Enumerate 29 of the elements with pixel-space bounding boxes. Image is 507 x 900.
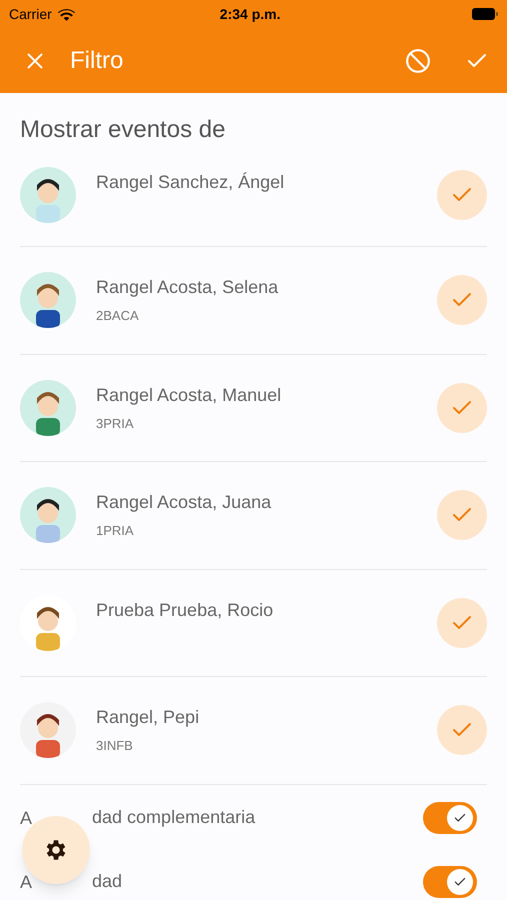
toggle-label: A bbox=[20, 872, 32, 890]
group-label: 3INFB bbox=[96, 737, 134, 756]
toggle-label: dad complementaria bbox=[92, 806, 256, 829]
group-label: 1PRIA bbox=[96, 522, 135, 540]
person-name: Rangel, Pepi bbox=[96, 706, 200, 730]
toggle-label: dad bbox=[92, 870, 122, 893]
time-label: 2:34 p.m. bbox=[220, 4, 280, 24]
toggle-switch[interactable] bbox=[423, 866, 477, 898]
person-name: Rangel Sanchez, Ángel bbox=[96, 171, 284, 194]
toggle-switch[interactable] bbox=[423, 802, 477, 834]
carrier-label: Carrier bbox=[9, 4, 52, 24]
select-toggle[interactable] bbox=[437, 490, 487, 540]
battery-icon bbox=[472, 8, 498, 20]
group-label: 2BACA bbox=[96, 307, 140, 326]
section-title: Mostrar eventos de bbox=[20, 115, 226, 144]
person-name: Rangel Acosta, Juana bbox=[96, 491, 272, 514]
prohibited-icon bbox=[405, 48, 431, 74]
select-toggle[interactable] bbox=[437, 705, 487, 756]
person-name: Rangel Acosta, Selena bbox=[96, 276, 278, 300]
clear-filter-button[interactable] bbox=[405, 48, 431, 74]
select-toggle[interactable] bbox=[437, 275, 487, 326]
group-label: 3PRIA bbox=[96, 414, 135, 433]
person-name: Prueba Prueba, Rocio bbox=[96, 598, 274, 622]
select-toggle[interactable] bbox=[437, 382, 487, 433]
header-title: Filtro bbox=[70, 46, 124, 76]
select-toggle[interactable] bbox=[437, 170, 487, 220]
toggle-label: A bbox=[20, 808, 32, 826]
wifi-icon bbox=[58, 8, 75, 20]
person-name: Rangel Acosta, Manuel bbox=[96, 384, 282, 407]
